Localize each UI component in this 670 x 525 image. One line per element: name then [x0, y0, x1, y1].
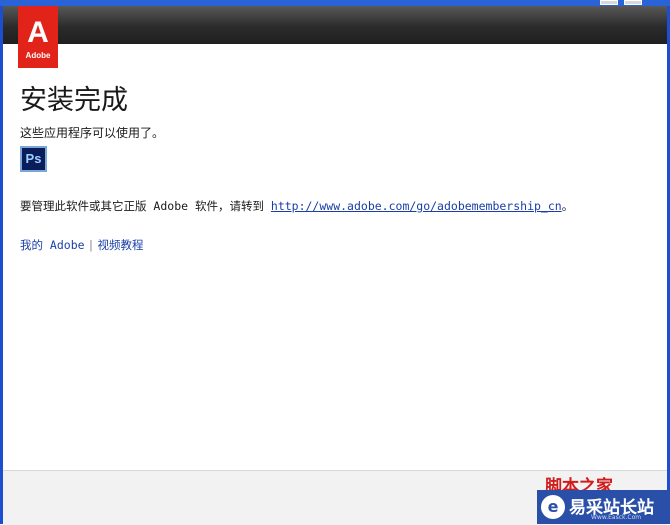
adobe-membership-link[interactable]: http://www.adobe.com/go/adobemembership_… — [271, 199, 562, 213]
manage-software-info: 要管理此软件或其它正版 Adobe 软件，请转到 http://www.adob… — [20, 198, 573, 214]
minimize-button[interactable] — [600, 0, 618, 5]
info-prefix: 要管理此软件或其它正版 Adobe 软件，请转到 — [20, 199, 271, 213]
close-button[interactable] — [624, 0, 642, 5]
photoshop-app-icon[interactable]: Ps — [20, 146, 47, 172]
my-adobe-link[interactable]: 我的 Adobe — [20, 238, 85, 252]
apps-ready-message: 这些应用程序可以使用了。 — [20, 126, 165, 140]
link-separator: | — [87, 238, 95, 252]
video-tutorials-link[interactable]: 视频教程 — [97, 238, 143, 252]
adobe-logo: A Adobe — [18, 6, 58, 68]
adobe-logo-mark: A — [27, 16, 49, 49]
e-logo-icon: e — [541, 495, 565, 519]
watermark-brand: e 易采站长站 Www.Easck.Com — [537, 490, 670, 524]
adobe-logo-text: Adobe — [25, 51, 51, 60]
page-title: 安装完成 — [20, 85, 128, 116]
info-suffix: 。 — [561, 199, 574, 213]
footer-links: 我的 Adobe | 视频教程 — [20, 237, 143, 253]
header-bar — [3, 6, 667, 44]
watermark-brand-url: Www.Easck.Com — [591, 514, 642, 521]
